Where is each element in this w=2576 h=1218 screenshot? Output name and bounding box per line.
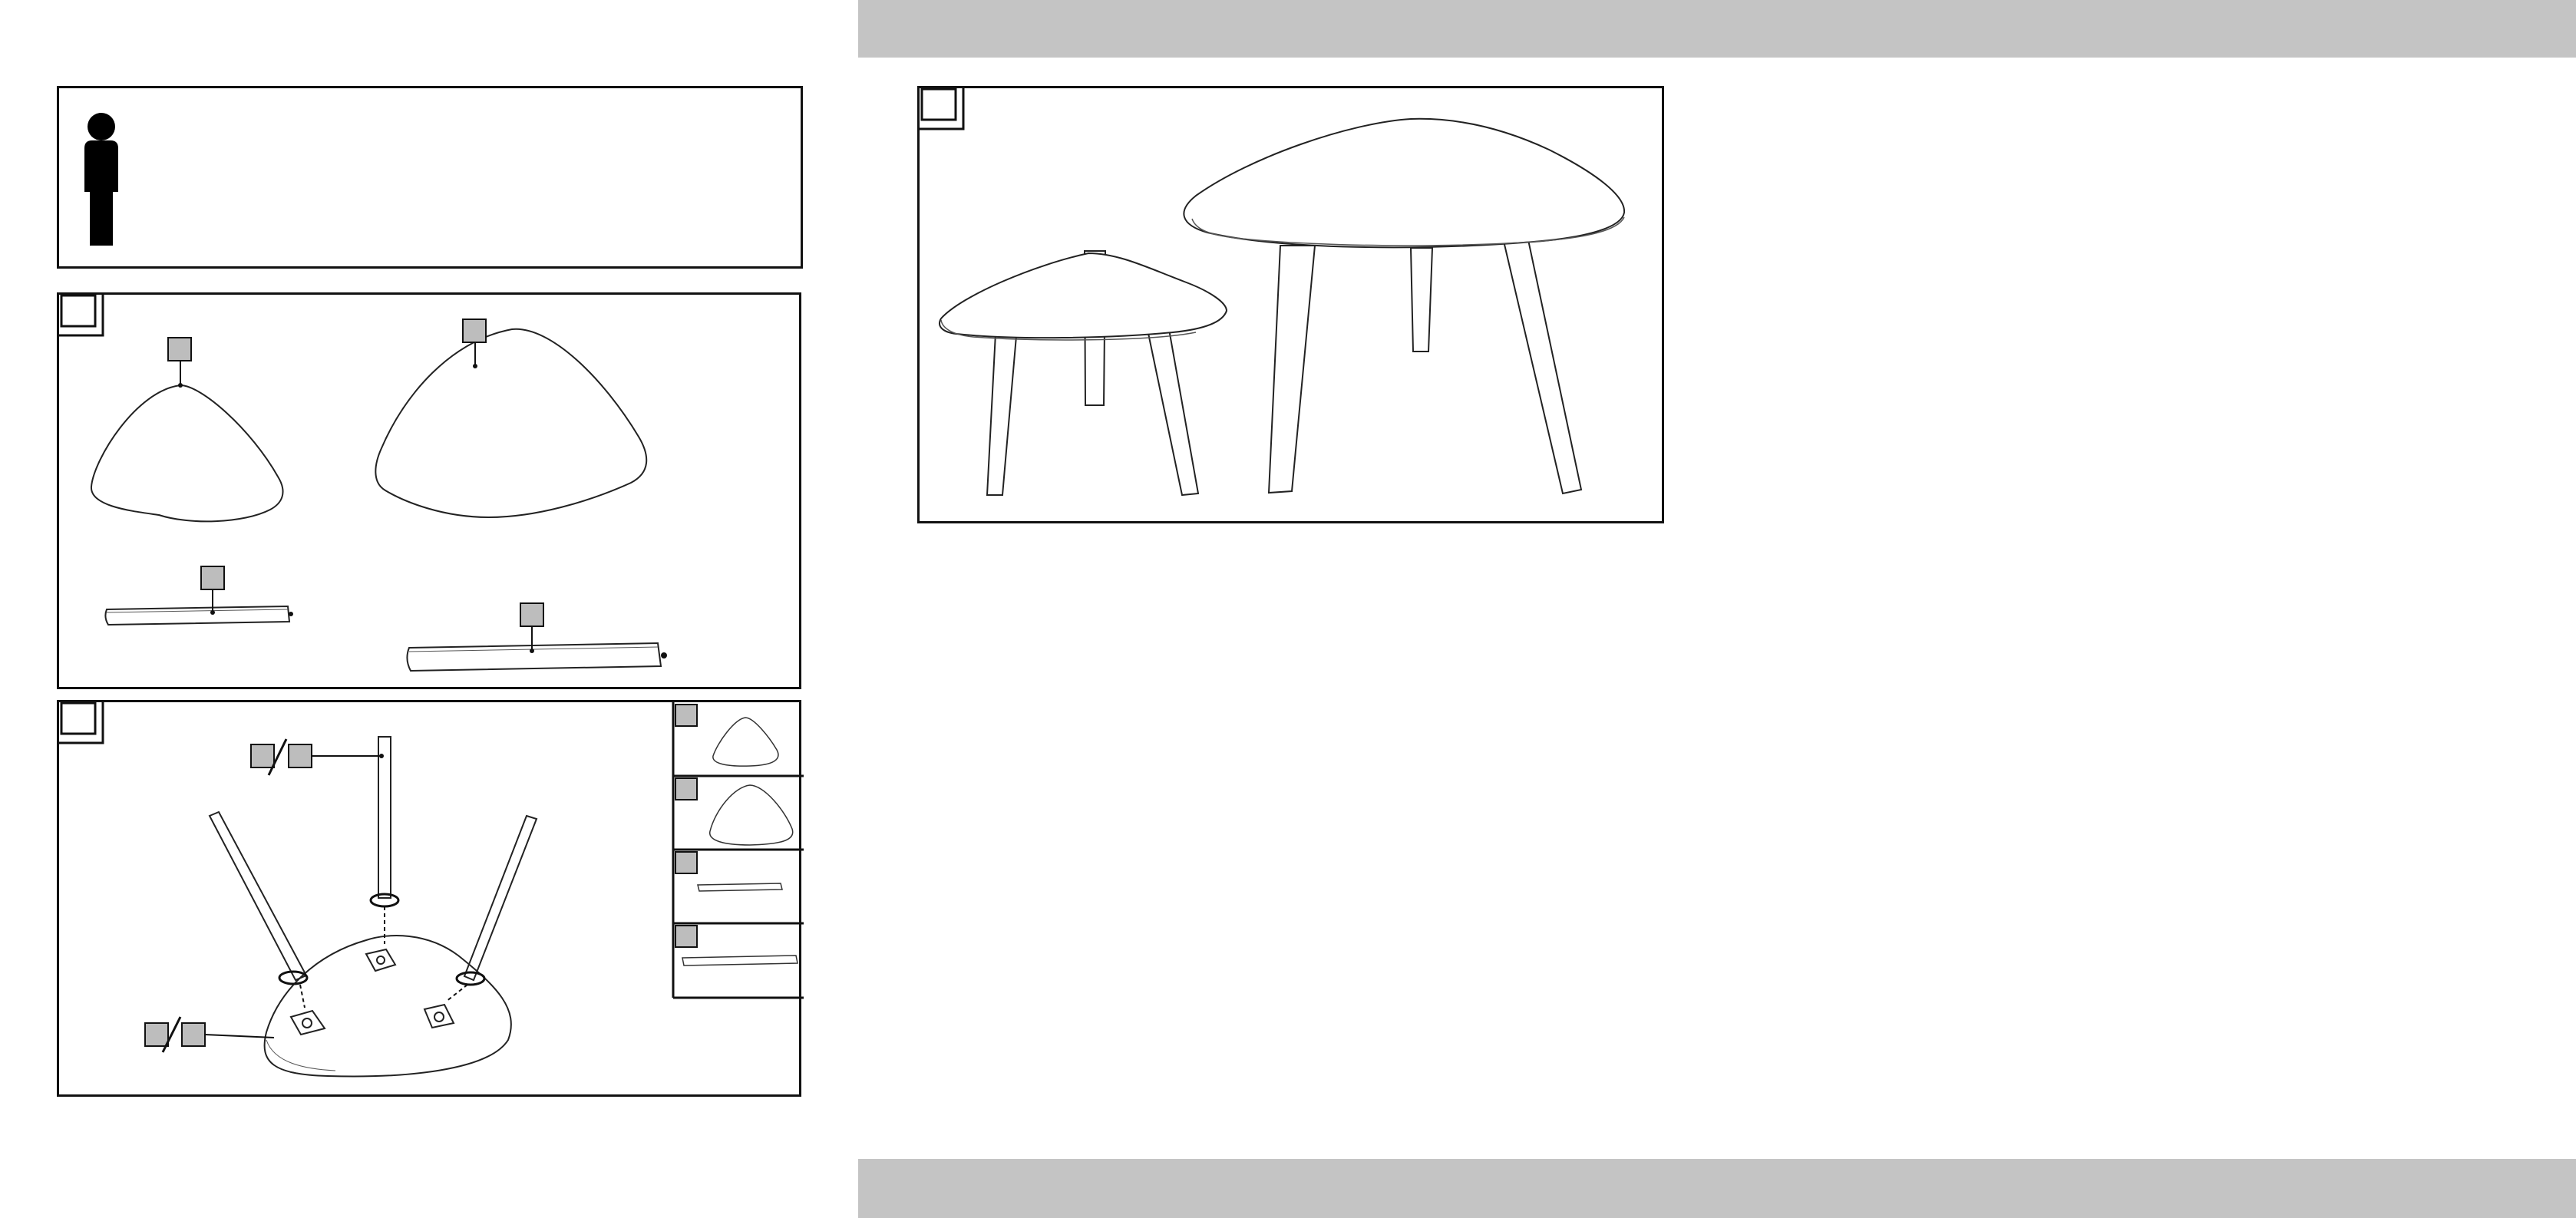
persons-required-panel: [57, 86, 803, 269]
part-label-box: [200, 566, 225, 590]
mounting-plate: [365, 948, 397, 972]
leg-being-inserted: [445, 814, 538, 1002]
mounting-plate: [289, 1009, 326, 1036]
finished-tables-panel: [917, 86, 1664, 523]
part-label-box: [167, 337, 192, 361]
small-tabletop-part: [90, 337, 284, 523]
nesting-tables-drawing: [939, 117, 1626, 497]
assembly-drawing: [144, 702, 804, 1078]
part-label-box: [462, 319, 487, 343]
footer-band: [858, 1159, 2576, 1218]
mounting-plate: [423, 1003, 455, 1029]
short-leg-part: [104, 566, 293, 626]
part-label-box: [520, 602, 544, 627]
parts-drawing: [90, 319, 667, 672]
tabletop-upside-down: [263, 935, 512, 1078]
small-table: [939, 250, 1228, 497]
large-tabletop-part: [375, 319, 648, 519]
parts-list-panel: [57, 292, 801, 689]
assembly-step-panel: [57, 700, 804, 1097]
callout-leg-labels: [250, 738, 384, 776]
large-table: [1183, 117, 1626, 495]
header-band: [858, 0, 2576, 58]
single-person-icon: [84, 113, 118, 246]
leg-being-inserted: [369, 736, 400, 944]
parts-legend-column: [672, 702, 804, 999]
callout-top-labels: [144, 1016, 275, 1053]
leg-being-inserted: [208, 810, 309, 1008]
long-leg-part: [406, 602, 667, 672]
